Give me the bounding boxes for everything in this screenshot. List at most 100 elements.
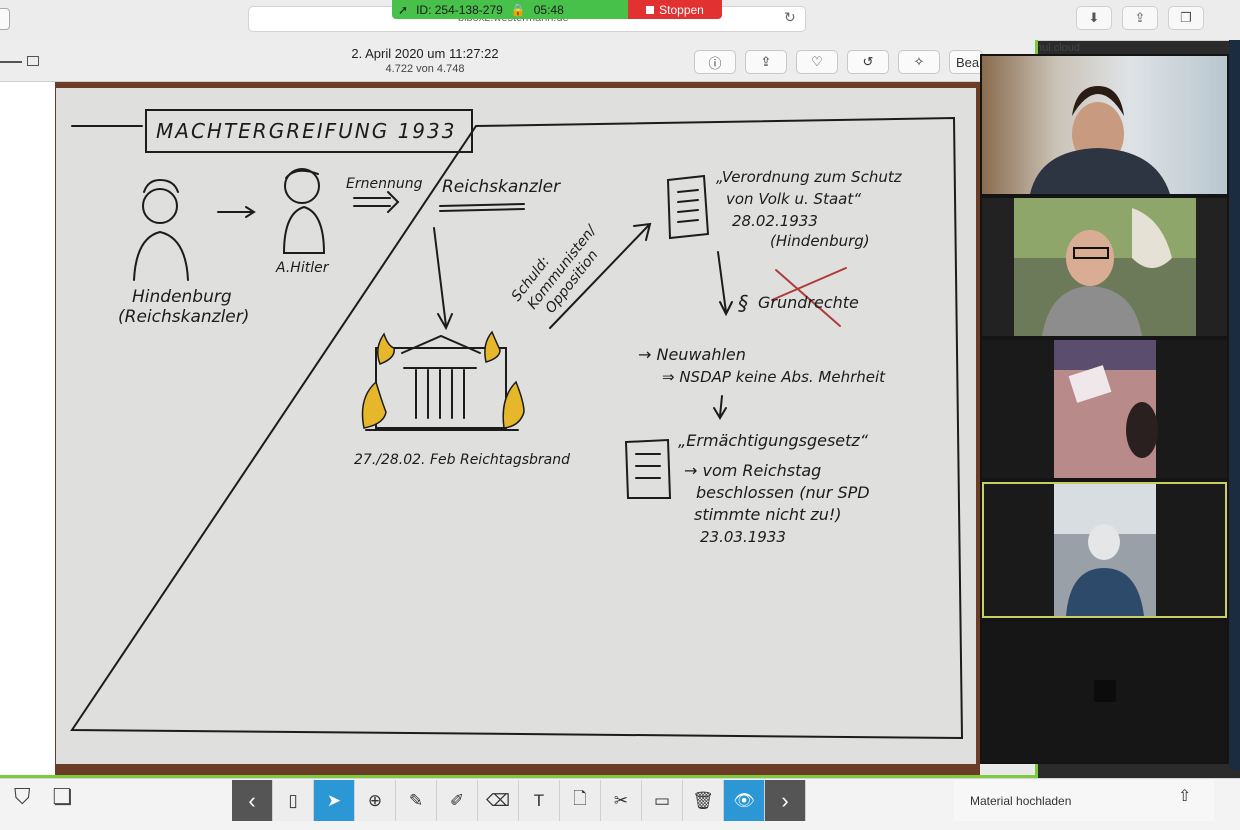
info-icon: ⓘ bbox=[708, 55, 722, 71]
select-tool-button[interactable]: ➤ bbox=[314, 780, 355, 821]
label-reichskanzler: Reichskanzler bbox=[442, 177, 561, 197]
label-verordnung-2: von Volk u. Staat“ bbox=[726, 190, 861, 208]
text-tool-button[interactable]: T bbox=[519, 780, 560, 821]
enhance-button[interactable]: ✧ bbox=[898, 50, 940, 74]
video-tile[interactable] bbox=[982, 56, 1227, 194]
page-icon: ▯ bbox=[288, 790, 298, 810]
label-neuwahlen: → Neuwahlen bbox=[638, 345, 746, 364]
scissors-icon: ✂ bbox=[613, 790, 629, 810]
note-icon: 🗋 bbox=[573, 789, 587, 808]
delete-tool-button[interactable]: 🗑 bbox=[683, 780, 724, 821]
video-tile-active-speaker[interactable] bbox=[982, 482, 1227, 618]
image-title: 2. April 2020 um 11:27:22 bbox=[351, 46, 499, 61]
magic-wand-icon: ✧ bbox=[913, 54, 925, 69]
share-info: ➚ ID: 254-138-279 🔒 05:48 bbox=[392, 0, 628, 19]
label-hindenburg-role: (Reichskanzler) bbox=[118, 307, 249, 327]
arrow-to-ermaechtigung bbox=[713, 395, 727, 420]
pages-icon[interactable]: ❏ bbox=[53, 784, 73, 810]
downloads-button[interactable]: ⬇ bbox=[1076, 6, 1112, 30]
favorite-button[interactable]: ♡ bbox=[796, 50, 838, 74]
text-box-icon: T bbox=[533, 790, 545, 810]
zoom-tool-button[interactable]: ⊕ bbox=[355, 780, 396, 821]
reichskanzler-underline bbox=[439, 203, 525, 212]
heart-icon: ♡ bbox=[811, 54, 823, 69]
flames bbox=[361, 330, 525, 429]
info-button[interactable]: ⓘ bbox=[694, 50, 736, 74]
upload-label: Material hochladen bbox=[970, 793, 1072, 808]
label-beschlossen-3: stimmte nicht zu!) bbox=[694, 505, 842, 524]
chevron-right-icon: › bbox=[781, 787, 789, 813]
tab-title[interactable]: hul.cloud bbox=[1036, 42, 1080, 54]
reload-icon[interactable]: ↻ bbox=[784, 9, 796, 26]
zoom-slider[interactable] bbox=[0, 61, 22, 63]
video-tile[interactable] bbox=[982, 198, 1227, 336]
label-hindenburg: Hindenburg bbox=[132, 287, 232, 307]
label-paragraph: § bbox=[738, 291, 748, 315]
meeting-id: ID: 254-138-279 bbox=[416, 2, 503, 17]
share-timer: 05:48 bbox=[533, 2, 564, 17]
pen-tool-button[interactable]: ✎ bbox=[396, 780, 437, 821]
arrow-to-hitler bbox=[217, 206, 256, 218]
screen-icon: ▭ bbox=[653, 790, 671, 810]
stop-share-button[interactable]: Stoppen bbox=[628, 0, 722, 19]
label-ermaechtigung: „Ermächtigungsgesetz“ bbox=[678, 431, 869, 450]
sketch-drawing: MACHTERGREIFUNG 1933 Hindenburg (Reichsk… bbox=[70, 109, 964, 740]
label-beschlossen-2: beschlossen (nur SPD bbox=[696, 483, 870, 502]
upload-material-button[interactable]: Material hochladen bbox=[954, 780, 1214, 821]
share-image-button[interactable]: ⇪ bbox=[745, 50, 787, 74]
edit-button[interactable]: Bear bbox=[949, 50, 983, 74]
trash-icon: 🗑 bbox=[692, 790, 714, 810]
share-icon: ⇪ bbox=[1134, 10, 1146, 25]
rotate-icon: ↺ bbox=[862, 54, 874, 69]
cursor-icon: ➤ bbox=[326, 790, 342, 810]
note-tool-button[interactable]: 🗋 bbox=[560, 780, 601, 821]
stop-label: Stoppen bbox=[659, 2, 704, 17]
hitler-body bbox=[282, 205, 326, 254]
label-verordnung-1: „Verordnung zum Schutz bbox=[716, 168, 903, 186]
cut-tool-button[interactable]: ✂ bbox=[601, 780, 642, 821]
tabs-icon: ❐ bbox=[1180, 10, 1192, 25]
rotate-button[interactable]: ↺ bbox=[847, 50, 889, 74]
desktop-edge bbox=[1229, 40, 1240, 770]
eraser-icon: ⌫ bbox=[485, 790, 511, 810]
ernennung-arrow bbox=[353, 191, 400, 213]
hindenburg-hair bbox=[143, 178, 179, 193]
tabs-button[interactable]: ❐ bbox=[1168, 6, 1204, 30]
zoom-icon: ⊕ bbox=[367, 790, 383, 810]
page-view-button[interactable]: ▯ bbox=[273, 780, 314, 821]
presentation-tool-button[interactable]: ▭ bbox=[642, 780, 683, 821]
image-counter: 4.722 von 4.748 bbox=[385, 63, 465, 75]
label-verordnung-date: 28.02.1933 bbox=[732, 212, 818, 230]
label-hitler: A.Hitler bbox=[275, 260, 330, 276]
document-icon bbox=[624, 438, 672, 499]
eye-icon: 👁 bbox=[733, 790, 755, 810]
video-tile[interactable] bbox=[982, 340, 1227, 478]
participant-video bbox=[1054, 340, 1158, 478]
video-tile-camera-off[interactable] bbox=[982, 622, 1227, 762]
sidebar-panel bbox=[0, 82, 55, 775]
eraser-tool-button[interactable]: ⌫ bbox=[478, 780, 519, 821]
participant-video bbox=[1054, 484, 1156, 616]
page-tools: ⛉ ❏ bbox=[14, 784, 72, 810]
previous-page-button[interactable]: ‹ bbox=[232, 780, 273, 821]
label-reichstagsbrand: 27./28.02. Feb Reichtagsbrand bbox=[354, 452, 570, 468]
arrow-to-grundrechte bbox=[717, 251, 733, 317]
marker-tool-button[interactable]: ✐ bbox=[437, 780, 478, 821]
upload-icon[interactable]: ⇧ bbox=[1178, 786, 1191, 806]
lock-icon: 🔒 bbox=[510, 2, 526, 17]
bookmark-list-icon[interactable]: ⛉ bbox=[14, 784, 31, 810]
chevron-left-icon: ‹ bbox=[248, 787, 256, 813]
share-icon: ⇪ bbox=[760, 54, 772, 69]
pencil-icon: ✎ bbox=[408, 790, 424, 810]
share-button[interactable]: ⇪ bbox=[1122, 6, 1158, 30]
label-beschlossen-date: 23.03.1933 bbox=[700, 528, 786, 546]
participant-video bbox=[1030, 86, 1170, 194]
visibility-toggle-button[interactable]: 👁 bbox=[724, 780, 765, 821]
next-page-button[interactable]: › bbox=[765, 780, 806, 821]
label-verordnung-who: (Hindenburg) bbox=[770, 232, 870, 250]
sidebar-toggle-button[interactable] bbox=[0, 8, 10, 30]
label-ernennung: Ernennung bbox=[346, 176, 423, 192]
image-size-icon bbox=[27, 56, 39, 66]
document-icon bbox=[666, 174, 710, 240]
marker-icon: ✐ bbox=[449, 790, 465, 810]
